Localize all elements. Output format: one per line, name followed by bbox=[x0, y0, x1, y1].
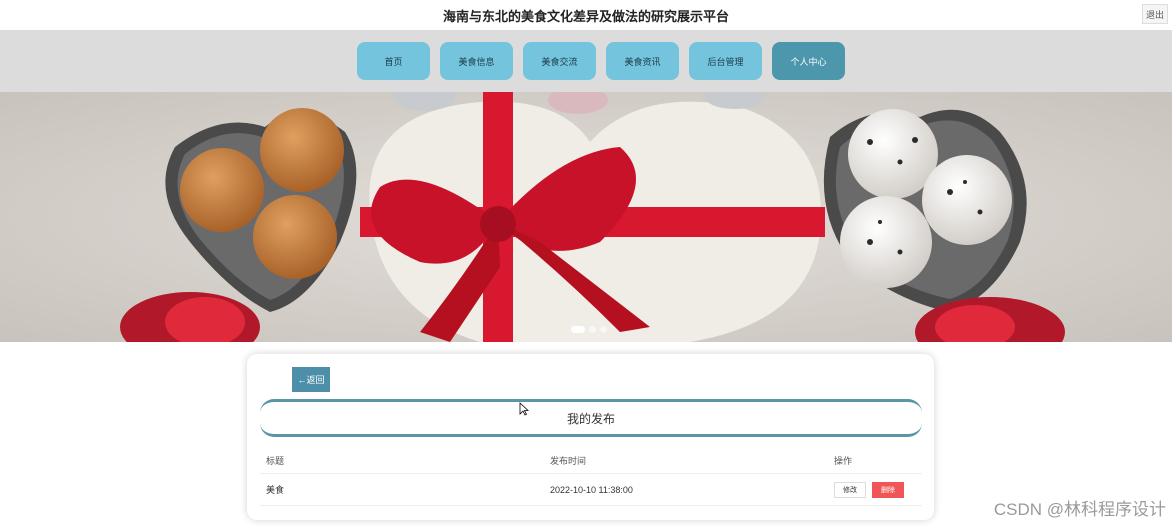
nav-item-personal-center[interactable]: 个人中心 bbox=[772, 42, 845, 80]
back-button[interactable]: ←返回 bbox=[292, 367, 330, 392]
nav-item-food-exchange[interactable]: 美食交流 bbox=[523, 42, 596, 80]
carousel-dot[interactable] bbox=[571, 326, 585, 333]
column-header-time: 发布时间 bbox=[550, 456, 587, 466]
row-time: 2022-10-10 11:38:00 bbox=[550, 484, 633, 495]
nav-item-food-news[interactable]: 美食资讯 bbox=[606, 42, 679, 80]
carousel-dot[interactable] bbox=[589, 326, 596, 333]
column-header-actions: 操作 bbox=[834, 456, 853, 466]
section-title: 我的发布 bbox=[260, 399, 922, 437]
banner-image bbox=[0, 92, 1172, 342]
row-title: 美食 bbox=[266, 485, 285, 495]
row-actions: 修改 删除 bbox=[834, 474, 910, 505]
watermark: CSDN @林科程序设计 bbox=[993, 500, 1166, 519]
section-title-text: 我的发布 bbox=[566, 411, 615, 426]
mouse-cursor-icon bbox=[519, 402, 529, 416]
banner-carousel[interactable] bbox=[0, 92, 1172, 342]
table-row: 美食 2022-10-10 11:38:00 修改 删除 bbox=[260, 474, 922, 506]
my-posts-panel: ←返回 我的发布 标题 发布时间 操作 美食 2022-10-10 11:38:… bbox=[247, 354, 934, 520]
edit-button[interactable]: 修改 bbox=[834, 481, 866, 498]
column-header-title: 标题 bbox=[266, 456, 285, 466]
posts-table: 标题 发布时间 操作 美食 2022-10-10 11:38:00 修改 删除 bbox=[260, 448, 922, 506]
carousel-dots bbox=[571, 326, 607, 333]
delete-button[interactable]: 删除 bbox=[872, 481, 904, 498]
nav-item-home[interactable]: 首页 bbox=[357, 42, 430, 80]
nav-list: 首页 美食信息 美食交流 美食资讯 后台管理 个人中心 bbox=[357, 42, 845, 80]
table-header: 标题 发布时间 操作 bbox=[260, 448, 922, 474]
nav-bar: 首页 美食信息 美食交流 美食资讯 后台管理 个人中心 bbox=[0, 30, 1172, 92]
site-title: 海南与东北的美食文化差异及做法的研究展示平台 bbox=[442, 9, 729, 24]
carousel-dot[interactable] bbox=[600, 326, 607, 333]
nav-item-food-info[interactable]: 美食信息 bbox=[440, 42, 513, 80]
top-bar: 海南与东北的美食文化差异及做法的研究展示平台 退出 bbox=[0, 0, 1172, 30]
nav-item-admin[interactable]: 后台管理 bbox=[689, 42, 762, 80]
logout-button[interactable]: 退出 bbox=[1142, 4, 1168, 24]
